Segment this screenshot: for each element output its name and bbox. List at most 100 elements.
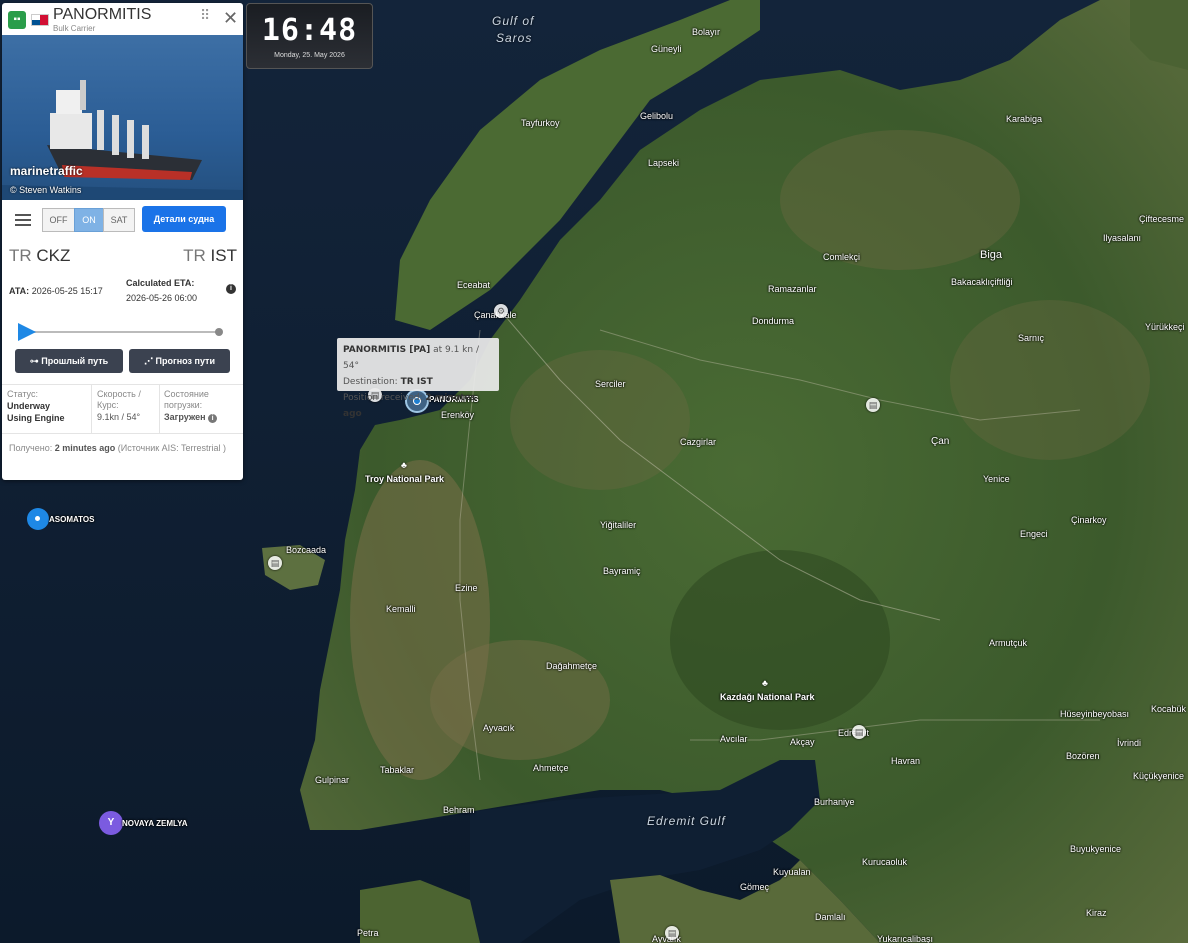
place-label: Dondurma <box>752 316 795 326</box>
departure-country: TR <box>9 246 32 265</box>
place-label: Bozcaada <box>286 545 327 555</box>
photo-credit: © Steven Watkins <box>10 185 82 195</box>
place-label: Akçay <box>790 737 815 747</box>
forecast-route-button[interactable]: ⋰ Прогноз пути <box>129 349 230 373</box>
status-label: Статус: <box>7 389 38 399</box>
eta-value: 2026-05-26 06:00 <box>126 293 198 303</box>
water-label-saros: Saros <box>496 31 533 45</box>
departure-port[interactable]: TR CKZ <box>9 246 70 266</box>
tooltip-title: PANORMITIS [PA] <box>343 345 431 355</box>
place-label: Yürükkeçi <box>1145 322 1185 332</box>
museum-icon[interactable]: ▤ <box>665 926 679 940</box>
place-label: Gömeç <box>740 882 770 892</box>
ata-label: ATA: <box>9 286 30 296</box>
clock-widget: 16:48 Monday, 25. May 2026 <box>246 3 373 69</box>
load-value: Загружен i <box>164 411 242 423</box>
place-label: Yenice <box>983 474 1010 484</box>
place-label: Damlalı <box>815 912 846 922</box>
place-label: Ezine <box>455 583 478 593</box>
place-label: Cazgirlar <box>680 437 717 447</box>
speed-value: 9.1kn / 54° <box>97 412 141 422</box>
place-label: Burhaniye <box>814 797 855 807</box>
place-label: Çan <box>931 436 950 447</box>
tooltip-pos-label: Position received: <box>343 393 423 403</box>
menu-icon[interactable] <box>15 214 31 226</box>
info-icon[interactable]: i <box>226 284 236 294</box>
place-label: Sarnıç <box>1018 333 1045 343</box>
destination-country: TR <box>183 246 206 265</box>
place-label: Çiftecesme <box>1139 214 1185 224</box>
voyage-times: ATA: 2026-05-25 15:17 Calculated ETA: 20… <box>2 278 243 318</box>
place-label: Yiğitaliler <box>600 520 637 530</box>
place-label: Kazdağı National Park <box>720 692 815 702</box>
place-label: Dağahmetçe <box>546 661 598 671</box>
place-label: Güneyli <box>651 44 682 54</box>
flag-icon <box>31 14 49 26</box>
toggle-off[interactable]: OFF <box>42 208 75 232</box>
vessel-details-button[interactable]: Детали судна <box>142 206 226 232</box>
vessel-label-novaya-zemlya[interactable]: NOVAYA ZEMLYA <box>122 819 188 828</box>
route-buttons: ⊶ Прошлый путь ⋰ Прогноз пути <box>2 346 243 384</box>
vessel-marker-asomatos[interactable] <box>27 508 49 530</box>
place-label: Ilyasalanı <box>1103 233 1142 243</box>
departure-code: CKZ <box>36 246 71 265</box>
voyage-progress <box>2 318 243 346</box>
panel-controls: OFF ON SAT Детали судна <box>2 200 243 240</box>
vessel-type: Bulk Carrier <box>53 24 96 33</box>
place-label: Bolayır <box>692 27 721 37</box>
drag-handle-icon[interactable]: ⠿ <box>200 8 210 22</box>
place-label: Tabaklar <box>380 765 415 775</box>
clock-date: Monday, 25. May 2026 <box>274 52 345 59</box>
place-label: Bozören <box>1066 751 1100 761</box>
place-label: İvrindi <box>1117 738 1142 748</box>
place-label: Gulpinar <box>315 775 350 785</box>
place-label: Kurucaoluk <box>862 857 908 867</box>
museum-icon[interactable]: ▤ <box>852 725 866 739</box>
water-label-edremit-gulf: Edremit Gulf <box>647 814 726 828</box>
received-value: 2 minutes ago <box>54 443 116 453</box>
eta-label: Calculated ETA: <box>126 278 195 288</box>
vessel-progress-arrow-icon <box>18 323 36 341</box>
tooltip-dest-label: Destination: <box>343 377 398 387</box>
place-label: Kuyualan <box>773 867 811 877</box>
place-label: Ahmetçe <box>533 763 569 773</box>
close-icon[interactable]: ✕ <box>223 8 238 29</box>
vessel-photo[interactable]: marinetraffic © Steven Watkins <box>2 35 243 200</box>
place-label: Bakacaklıçiftliği <box>951 277 1013 287</box>
park-icon: ♣ <box>762 678 768 688</box>
place-label: Comlekçi <box>823 252 861 262</box>
place-label: Ayvacık <box>483 723 515 733</box>
place-label: Engeci <box>1020 529 1048 539</box>
past-track-button[interactable]: ⊶ Прошлый путь <box>15 349 123 373</box>
port-icon[interactable]: ⚙ <box>494 304 508 318</box>
destination-dot <box>215 328 223 336</box>
ata-value: 2026-05-25 15:17 <box>31 286 103 296</box>
museum-icon[interactable]: ▤ <box>268 556 282 570</box>
place-label: Kemalli <box>386 604 416 614</box>
place-label: Armutçuk <box>989 638 1028 648</box>
toggle-on[interactable]: ON <box>74 208 104 232</box>
place-label: Behram <box>443 805 475 815</box>
museum-icon[interactable]: ▤ <box>866 398 880 412</box>
place-label: Havran <box>891 756 921 766</box>
vessel-label-asomatos[interactable]: ASOMATOS <box>49 515 94 524</box>
place-label: Tayfurkoy <box>521 118 560 128</box>
destination-code: IST <box>210 246 237 265</box>
vessel-info-panel: ▪▪ PANORMITIS Bulk Carrier ⠿ ✕ marinetra… <box>2 3 243 480</box>
place-label: Petra <box>357 928 379 938</box>
toggle-sat[interactable]: SAT <box>103 208 135 232</box>
water-label-gulf-of: Gulf of <box>492 14 535 28</box>
ata: ATA: 2026-05-25 15:17 <box>9 286 103 296</box>
panel-header: ▪▪ PANORMITIS Bulk Carrier ⠿ ✕ <box>2 3 243 35</box>
load-label: Состояние погрузки: <box>164 389 209 410</box>
place-label: Eceabat <box>457 280 491 290</box>
vessel-marker-novaya-zemlya[interactable]: Y <box>99 811 123 835</box>
clock-time: 16:48 <box>261 13 358 48</box>
vessel-type-icon: ▪▪ <box>8 11 26 29</box>
load-info-icon[interactable]: i <box>208 414 218 423</box>
place-label: Avcılar <box>720 734 748 744</box>
destination-port[interactable]: TR IST <box>183 246 237 266</box>
place-label: Biga <box>980 249 1003 261</box>
place-label: Troy National Park <box>365 474 445 484</box>
received-source: (Источник AIS: Terrestrial ) <box>117 443 227 453</box>
